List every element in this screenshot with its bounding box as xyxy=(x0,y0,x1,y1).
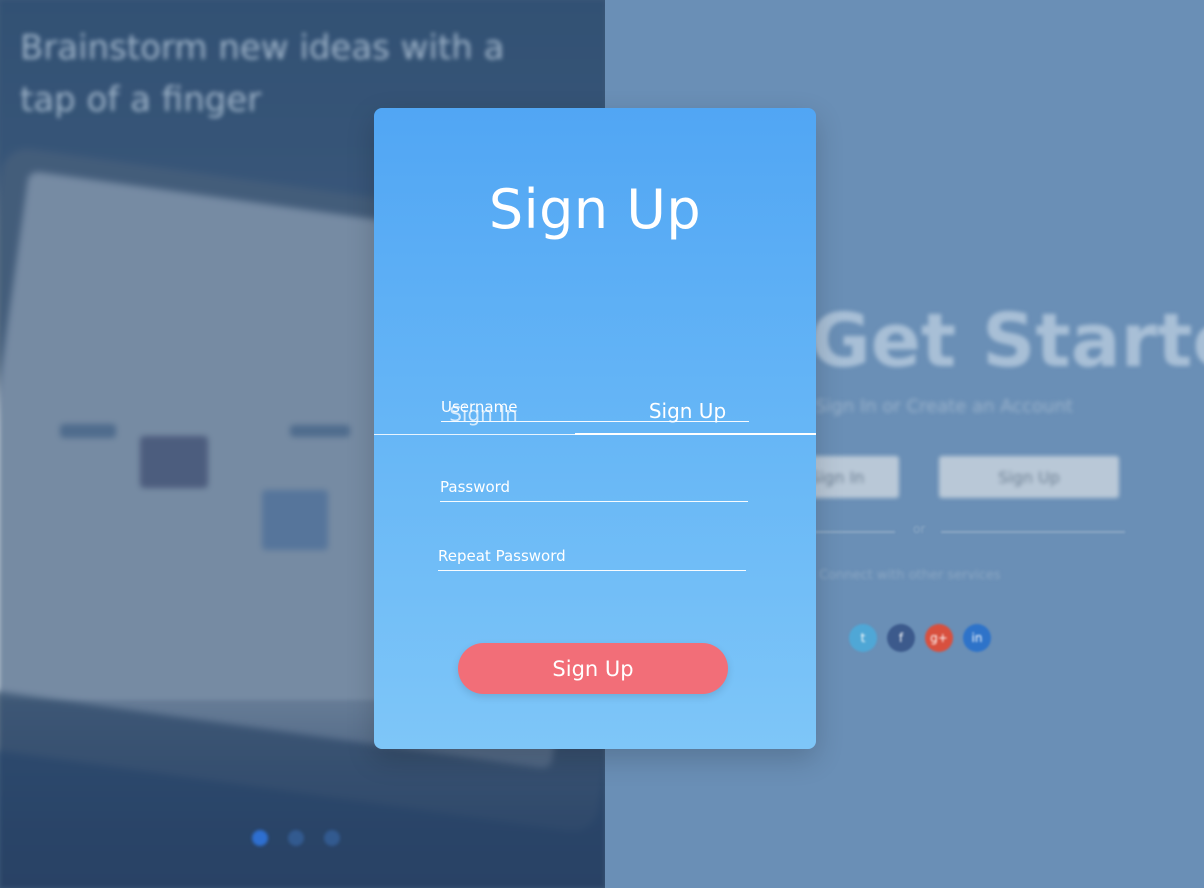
username-field[interactable] xyxy=(441,393,749,422)
tab-sign-in-underline xyxy=(374,434,575,435)
linkedin-icon: in xyxy=(963,624,991,652)
sign-up-button[interactable]: Sign Up xyxy=(458,643,728,694)
background-heading: Get Started xyxy=(810,298,1204,384)
carousel-dot[interactable] xyxy=(288,830,304,846)
carousel-dot[interactable] xyxy=(252,830,268,846)
background-subtitle: Sign In or Create an Account xyxy=(815,396,1073,417)
password-field[interactable] xyxy=(440,473,748,502)
signup-modal: Sign Up Sign In Sign Up Sign Up xyxy=(374,108,816,749)
carousel-dots[interactable] xyxy=(252,830,340,846)
background-signup-button: Sign Up xyxy=(939,456,1119,498)
facebook-icon: f xyxy=(887,624,915,652)
background-connect-text: Connect with other services xyxy=(819,568,1001,583)
divider-line xyxy=(941,531,1125,533)
twitter-icon: t xyxy=(849,624,877,652)
repeat-password-field-wrapper xyxy=(438,542,746,572)
divider-or-text: or xyxy=(913,522,926,536)
password-field-wrapper xyxy=(440,473,748,503)
carousel-dot[interactable] xyxy=(324,830,340,846)
repeat-password-field[interactable] xyxy=(438,542,746,571)
modal-title: Sign Up xyxy=(488,178,702,241)
tab-sign-up-underline xyxy=(575,433,816,435)
username-field-wrapper xyxy=(441,393,749,423)
google-plus-icon: g+ xyxy=(925,624,953,652)
